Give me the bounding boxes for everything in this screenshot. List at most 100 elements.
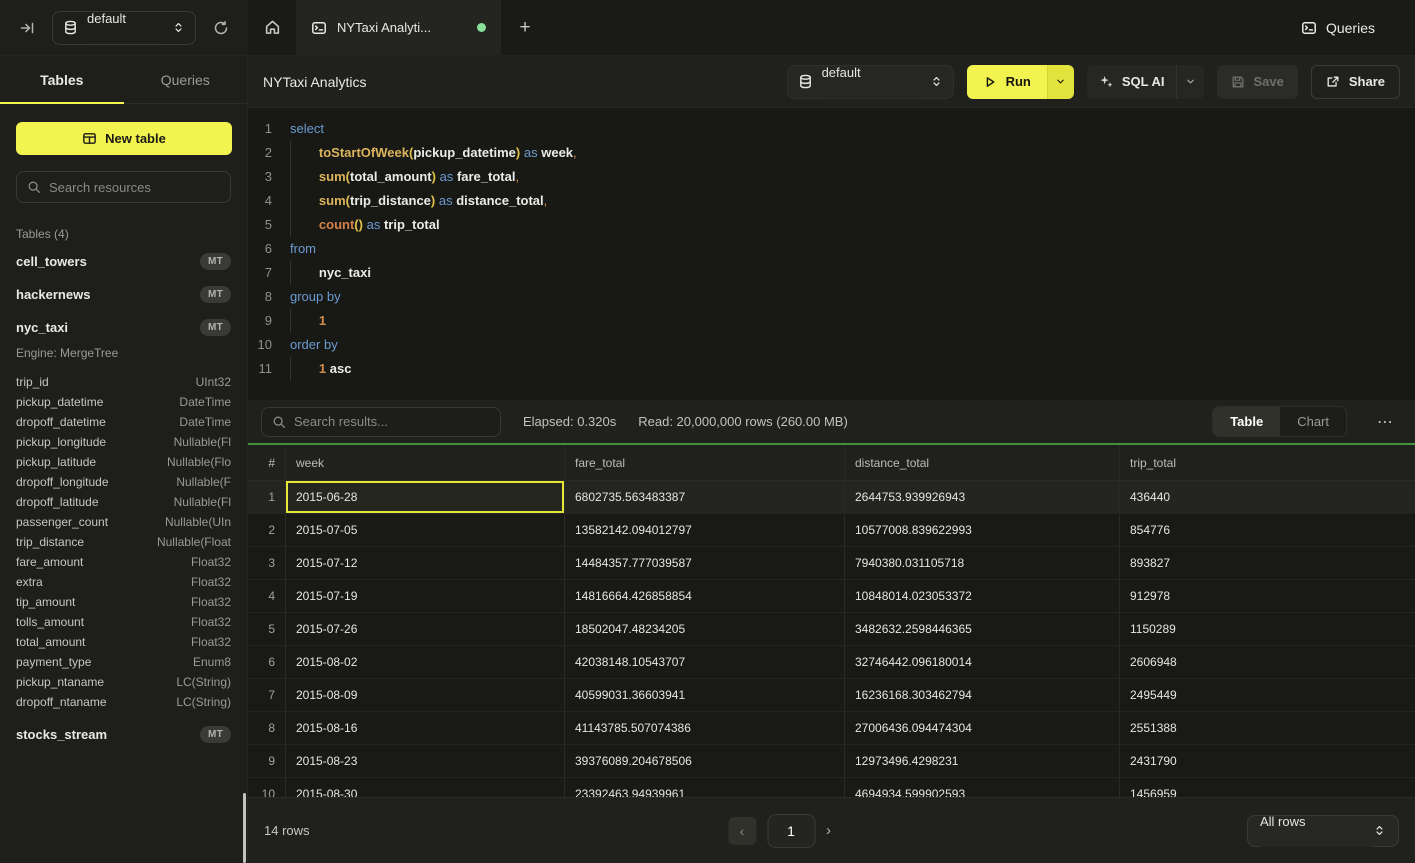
column-item[interactable]: trip_distanceNullable(Float: [16, 532, 231, 552]
table-row[interactable]: 52015-07-2618502047.482342053482632.2598…: [248, 613, 1415, 646]
sidebar-tab-tables[interactable]: Tables: [0, 56, 124, 103]
table-cell[interactable]: 23392463.94939961: [565, 778, 845, 797]
column-header-fare-total[interactable]: fare_total: [565, 445, 845, 480]
column-item[interactable]: total_amountFloat32: [16, 632, 231, 652]
sidebar-item-nyc-taxi[interactable]: nyc_taxi MT: [0, 311, 247, 344]
table-cell[interactable]: 2015-06-28: [286, 481, 565, 513]
code-line[interactable]: 2toStartOfWeek(pickup_datetime) as week,: [248, 141, 1415, 165]
column-item[interactable]: trip_idUInt32: [16, 372, 231, 392]
table-cell[interactable]: 18502047.48234205: [565, 613, 845, 645]
table-cell[interactable]: 2015-08-23: [286, 745, 565, 777]
table-cell[interactable]: 2495449: [1120, 679, 1415, 711]
table-cell[interactable]: 39376089.204678506: [565, 745, 845, 777]
more-options-button[interactable]: ⋯: [1369, 412, 1402, 432]
table-cell[interactable]: 14816664.426858854: [565, 580, 845, 612]
code-line[interactable]: 3sum(total_amount) as fare_total,: [248, 165, 1415, 189]
table-cell[interactable]: 42038148.10543707: [565, 646, 845, 678]
next-page-button[interactable]: ›: [826, 822, 831, 839]
column-item[interactable]: pickup_datetimeDateTime: [16, 392, 231, 412]
table-cell[interactable]: 10577008.839622993: [845, 514, 1120, 546]
page-size-selector[interactable]: All rows: [1247, 815, 1399, 847]
column-item[interactable]: dropoff_ntanameLC(String): [16, 692, 231, 712]
column-item[interactable]: fare_amountFloat32: [16, 552, 231, 572]
column-item[interactable]: dropoff_latitudeNullable(Fl: [16, 492, 231, 512]
table-cell[interactable]: 7940380.031105718: [845, 547, 1120, 579]
column-item[interactable]: dropoff_datetimeDateTime: [16, 412, 231, 432]
table-cell[interactable]: 14484357.777039587: [565, 547, 845, 579]
query-database-selector[interactable]: default: [787, 65, 954, 99]
column-item[interactable]: payment_typeEnum8: [16, 652, 231, 672]
column-item[interactable]: pickup_latitudeNullable(Flo: [16, 452, 231, 472]
table-cell[interactable]: 2015-07-05: [286, 514, 565, 546]
table-row[interactable]: 82015-08-1641143785.50707438627006436.09…: [248, 712, 1415, 745]
table-cell[interactable]: 41143785.507074386: [565, 712, 845, 744]
sql-ai-button[interactable]: SQL AI: [1087, 74, 1177, 89]
table-cell[interactable]: 854776: [1120, 514, 1415, 546]
code-line[interactable]: 111 asc: [248, 357, 1415, 381]
sidebar-scrollbar[interactable]: [243, 793, 246, 863]
sidebar-item-hackernews[interactable]: hackernews MT: [0, 278, 247, 311]
sql-ai-options-button[interactable]: [1176, 65, 1204, 99]
view-toggle-table[interactable]: Table: [1213, 407, 1280, 436]
sidebar-search[interactable]: [16, 171, 231, 203]
table-cell[interactable]: 1150289: [1120, 613, 1415, 645]
column-header-trip-total[interactable]: trip_total: [1120, 445, 1415, 480]
run-button[interactable]: Run: [967, 65, 1047, 99]
code-line[interactable]: 7nyc_taxi: [248, 261, 1415, 285]
database-selector[interactable]: default: [52, 11, 196, 45]
sql-editor[interactable]: 1select2toStartOfWeek(pickup_datetime) a…: [248, 108, 1415, 400]
results-search-input[interactable]: [294, 414, 490, 429]
table-row[interactable]: 32015-07-1214484357.7770395877940380.031…: [248, 547, 1415, 580]
table-cell[interactable]: 6802735.563483387: [565, 481, 845, 513]
table-cell[interactable]: 893827: [1120, 547, 1415, 579]
table-cell[interactable]: 436440: [1120, 481, 1415, 513]
sidebar-item-stocks-stream[interactable]: stocks_stream MT: [0, 718, 247, 751]
table-cell[interactable]: 40599031.36603941: [565, 679, 845, 711]
refresh-icon[interactable]: [208, 15, 234, 41]
tab-nytaxi-analytics[interactable]: NYTaxi Analyti...: [297, 0, 501, 55]
column-item[interactable]: pickup_ntanameLC(String): [16, 672, 231, 692]
table-cell[interactable]: 2015-08-16: [286, 712, 565, 744]
run-options-button[interactable]: [1047, 65, 1074, 99]
collapse-sidebar-icon[interactable]: [14, 15, 40, 41]
column-header-index[interactable]: #: [248, 445, 286, 480]
column-header-week[interactable]: week: [286, 445, 565, 480]
code-line[interactable]: 6from: [248, 237, 1415, 261]
column-item[interactable]: dropoff_longitudeNullable(F: [16, 472, 231, 492]
table-cell[interactable]: 912978: [1120, 580, 1415, 612]
sidebar-search-input[interactable]: [49, 180, 220, 195]
table-cell[interactable]: 27006436.094474304: [845, 712, 1120, 744]
sidebar-tab-queries[interactable]: Queries: [124, 56, 248, 103]
tab-home[interactable]: [248, 0, 297, 55]
table-cell[interactable]: 2015-07-19: [286, 580, 565, 612]
table-row[interactable]: 12015-06-286802735.5634833872644753.9399…: [248, 481, 1415, 514]
table-cell[interactable]: 2551388: [1120, 712, 1415, 744]
table-row[interactable]: 42015-07-1914816664.42685885410848014.02…: [248, 580, 1415, 613]
code-line[interactable]: 10order by: [248, 333, 1415, 357]
code-line[interactable]: 8group by: [248, 285, 1415, 309]
current-page[interactable]: 1: [767, 814, 815, 848]
table-cell[interactable]: 4694934.599902593: [845, 778, 1120, 797]
code-line[interactable]: 4sum(trip_distance) as distance_total,: [248, 189, 1415, 213]
column-header-distance-total[interactable]: distance_total: [845, 445, 1120, 480]
table-cell[interactable]: 3482632.2598446365: [845, 613, 1120, 645]
column-item[interactable]: tolls_amountFloat32: [16, 612, 231, 632]
table-cell[interactable]: 2015-08-30: [286, 778, 565, 797]
new-table-button[interactable]: New table: [16, 122, 232, 155]
table-cell[interactable]: 2015-08-02: [286, 646, 565, 678]
table-row[interactable]: 72015-08-0940599031.3660394116236168.303…: [248, 679, 1415, 712]
table-cell[interactable]: 1456959: [1120, 778, 1415, 797]
column-item[interactable]: passenger_countNullable(UIn: [16, 512, 231, 532]
new-tab-button[interactable]: +: [501, 0, 549, 55]
results-search[interactable]: [261, 407, 501, 437]
table-cell[interactable]: 2644753.939926943: [845, 481, 1120, 513]
table-cell[interactable]: 12973496.4298231: [845, 745, 1120, 777]
table-cell[interactable]: 2015-07-26: [286, 613, 565, 645]
table-cell[interactable]: 2431790: [1120, 745, 1415, 777]
view-toggle-chart[interactable]: Chart: [1280, 407, 1346, 436]
column-item[interactable]: extraFloat32: [16, 572, 231, 592]
table-cell[interactable]: 13582142.094012797: [565, 514, 845, 546]
code-line[interactable]: 5count() as trip_total: [248, 213, 1415, 237]
table-cell[interactable]: 2015-08-09: [286, 679, 565, 711]
column-item[interactable]: pickup_longitudeNullable(Fl: [16, 432, 231, 452]
